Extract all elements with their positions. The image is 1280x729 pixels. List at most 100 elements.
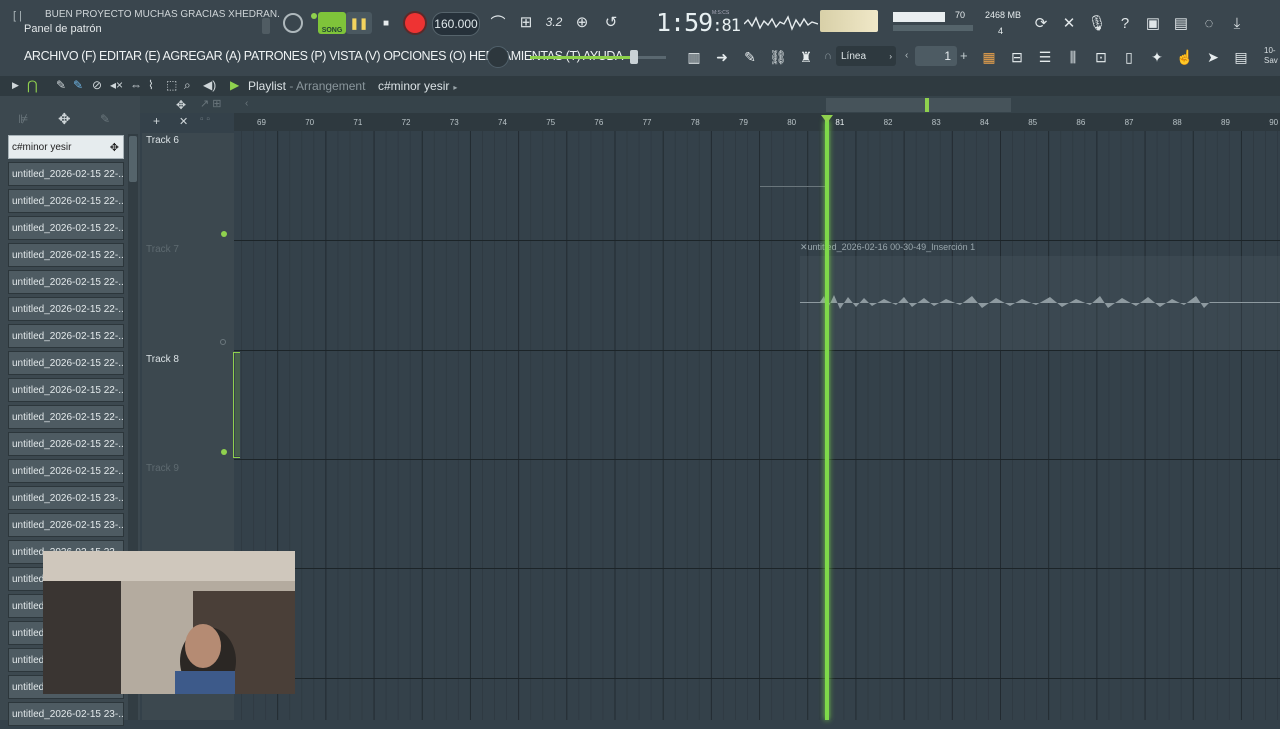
- track-inactive-icon[interactable]: [220, 339, 226, 345]
- plugin-icon[interactable]: ✦: [1145, 45, 1169, 69]
- track-header-7[interactable]: Track 7: [142, 242, 234, 257]
- pattern-item[interactable]: untitled_2026-02-15 22-...: [8, 324, 124, 348]
- pattern-item[interactable]: untitled_2026-02-15 22-...: [8, 297, 124, 321]
- mixer-icon[interactable]: ⫼: [1061, 45, 1085, 69]
- project-tree-icon[interactable]: ⊡: [1089, 45, 1113, 69]
- close-icon[interactable]: ✕: [179, 115, 188, 128]
- track-header-6[interactable]: Track 6: [142, 133, 234, 148]
- mute-icon[interactable]: ◂×: [110, 78, 123, 92]
- snap-selector[interactable]: Línea ›: [836, 46, 896, 66]
- song-mode-button[interactable]: SONG: [318, 12, 346, 34]
- select-icon[interactable]: ⬚: [166, 78, 177, 92]
- slice-icon[interactable]: ⌇: [148, 78, 154, 92]
- paint-icon[interactable]: ✎: [73, 78, 83, 92]
- magnet-icon[interactable]: ⋂: [27, 78, 38, 94]
- piano-roll-icon[interactable]: ▥: [682, 45, 706, 69]
- oscilloscope-icon: [744, 15, 818, 31]
- pattern-item[interactable]: untitled_2026-02-15 22-...: [8, 351, 124, 375]
- options-arrow-icon[interactable]: ▶: [12, 80, 19, 91]
- ruler-bar-number: 87: [1124, 118, 1134, 127]
- pattern-item[interactable]: untitled_2026-02-15 22-...: [8, 432, 124, 456]
- pattern-item[interactable]: untitled_2026-02-15 22-...: [8, 405, 124, 429]
- playlist-icon[interactable]: ⊟: [1005, 45, 1029, 69]
- add-track-icon[interactable]: +: [153, 114, 160, 128]
- master-pitch-knob[interactable]: [487, 46, 509, 68]
- metronome-icon[interactable]: ⌒: [484, 9, 512, 35]
- add-pattern-icon[interactable]: +: [960, 48, 968, 63]
- loop-record-icon[interactable]: ↺: [597, 9, 625, 35]
- playlist-title: Playlist - Arrangement: [248, 79, 366, 93]
- pattern-selector[interactable]: 1: [915, 46, 957, 66]
- pattern-scroll-thumb[interactable]: [129, 136, 137, 182]
- stamp-icon[interactable]: ♜: [794, 45, 818, 69]
- track-active-icon[interactable]: [221, 449, 227, 455]
- touch-icon[interactable]: ☝: [1173, 45, 1197, 69]
- pattern-item[interactable]: untitled_2026-02-15 22-...: [8, 270, 124, 294]
- zoom-icon[interactable]: ⌕: [184, 78, 191, 93]
- brush-icon[interactable]: ✎: [738, 45, 762, 69]
- pattern-item[interactable]: untitled_2026-02-15 22-...: [8, 189, 124, 213]
- pattern-item[interactable]: untitled_2026-02-15 22-...: [8, 243, 124, 267]
- playlist-play-icon: ▶: [230, 78, 240, 92]
- step-edit-icon[interactable]: ⊕: [568, 9, 596, 35]
- undo-history-icon[interactable]: ⟳: [1028, 10, 1054, 36]
- track-header-8[interactable]: Track 8: [142, 352, 234, 367]
- slip-icon[interactable]: ⇔: [130, 78, 142, 92]
- playhead-marker-icon[interactable]: [821, 115, 833, 123]
- save-icon[interactable]: ▣: [1140, 10, 1166, 36]
- overview-window[interactable]: [826, 98, 1011, 112]
- pattern-item[interactable]: untitled_2026-02-15 22-...: [8, 378, 124, 402]
- scroll-left-icon[interactable]: ‹: [245, 98, 248, 109]
- move-icon[interactable]: ✥: [58, 110, 71, 128]
- shop-icon[interactable]: ▤: [1229, 45, 1253, 69]
- browser-icon[interactable]: ▦: [977, 45, 1001, 69]
- ruler-bar-number: 79: [739, 118, 748, 127]
- pattern-item[interactable]: untitled_2026-02-15 23-...: [8, 702, 124, 726]
- microphone-icon[interactable]: 🎙: [1084, 10, 1110, 36]
- ruler-bar-number: 83: [931, 118, 941, 127]
- track-header-9[interactable]: Track 9: [142, 461, 234, 476]
- speaker-icon[interactable]: ◀): [203, 78, 216, 92]
- countdown-icon[interactable]: 3.2: [540, 9, 568, 35]
- channel-rack-icon[interactable]: ☰: [1033, 45, 1057, 69]
- wait-input-icon[interactable]: ⊞: [512, 9, 540, 35]
- breadcrumb[interactable]: c#minor yesir ▸: [378, 79, 457, 93]
- chat-icon[interactable]: ◌: [1196, 10, 1222, 36]
- move-pattern-icon[interactable]: ✥: [110, 136, 119, 158]
- pattern-item[interactable]: untitled_2026-02-15 22-...: [8, 216, 124, 240]
- webcam-overlay: [43, 551, 295, 694]
- pattern-item[interactable]: untitled_2026-02-15 23-...: [8, 486, 124, 510]
- track-divider: [234, 240, 1280, 241]
- timeline-ruler[interactable]: [234, 113, 1280, 131]
- arrow-right-icon[interactable]: ➜: [710, 45, 734, 69]
- pattern-item[interactable]: untitled_2026-02-15 23-...: [8, 513, 124, 537]
- playhead[interactable]: [825, 120, 829, 720]
- ruler-bar-number: 90: [1269, 118, 1279, 127]
- link-icon[interactable]: ⛓: [766, 45, 790, 69]
- stop-button[interactable]: ■: [376, 12, 396, 34]
- pattern-item[interactable]: untitled_2026-02-15 22-...: [8, 162, 124, 186]
- pattern-item-selected[interactable]: c#minor yesir ✥: [8, 135, 124, 159]
- master-volume-slider[interactable]: [630, 50, 638, 64]
- file-icon[interactable]: ▯: [1117, 45, 1141, 69]
- pattern-item[interactable]: untitled_2026-02-15 22-...: [8, 459, 124, 483]
- track-active-icon[interactable]: [221, 231, 227, 237]
- playlist-grid[interactable]: [234, 131, 1280, 720]
- render-icon[interactable]: ▤: [1168, 10, 1194, 36]
- pause-button[interactable]: ❚❚: [346, 12, 372, 34]
- track-divider: [234, 568, 1280, 569]
- pencil-icon[interactable]: ✎: [56, 78, 66, 92]
- record-button[interactable]: [405, 13, 425, 33]
- share-icon[interactable]: ➤: [1201, 45, 1225, 69]
- clip-close-icon[interactable]: ✕: [800, 242, 808, 252]
- hint-scroll-handle[interactable]: [262, 18, 270, 34]
- prev-pattern-icon[interactable]: ‹: [905, 50, 908, 61]
- move-tracks-icon[interactable]: ✥: [176, 98, 186, 112]
- tools-icon[interactable]: ✕: [1056, 10, 1082, 36]
- tempo-display[interactable]: 160.000: [432, 12, 480, 36]
- delete-icon[interactable]: ⊘: [92, 78, 102, 92]
- pattern-song-knob-icon[interactable]: [283, 13, 303, 33]
- overview-playhead: [925, 98, 929, 112]
- help-icon[interactable]: ?: [1112, 10, 1138, 36]
- download-icon[interactable]: ⤓: [1224, 10, 1250, 36]
